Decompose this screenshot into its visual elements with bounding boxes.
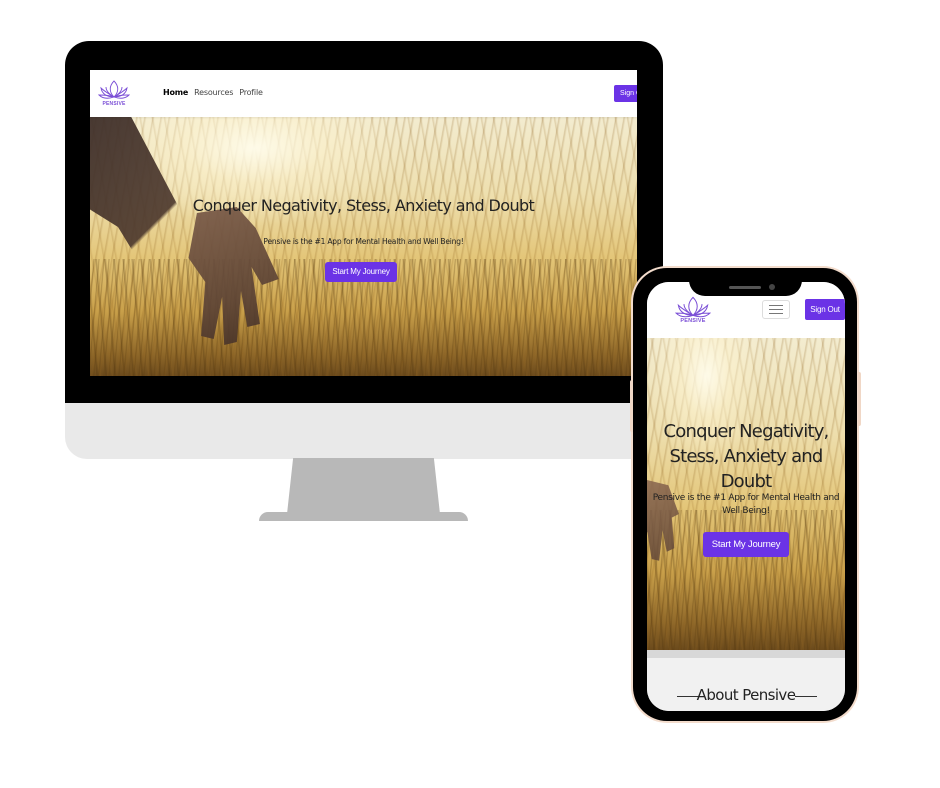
- desktop-hero: Conquer Negativity, Stess, Anxiety and D…: [90, 117, 637, 376]
- speaker-grille: [729, 286, 761, 289]
- hamburger-menu-icon: [769, 305, 783, 306]
- heading-rule-right: [795, 696, 817, 697]
- about-section: About Pensive: [647, 658, 845, 711]
- sign-out-button[interactable]: Sign Out: [614, 85, 637, 102]
- hero-subtitle: Pensive is the #1 App for Mental Health …: [652, 493, 840, 516]
- hero-title: Conquer Negativity, Stess, Anxiety and D…: [663, 421, 830, 492]
- logo-wordmark: PENSIVE: [102, 101, 126, 107]
- desktop-navbar: PENSIVE Home Resources Profile Sign Out: [90, 70, 637, 117]
- desktop-nav-links: Home Resources Profile: [163, 88, 263, 97]
- phone-side-button: [858, 372, 861, 426]
- mobile-screen: PENSIVE Sign Out Conquer Negativity, Ste…: [647, 282, 845, 711]
- front-camera: [769, 284, 775, 290]
- lotus-logo-icon[interactable]: [673, 294, 713, 330]
- phone-notch: [689, 268, 802, 296]
- imac-stand: [287, 458, 440, 514]
- desktop-screen: PENSIVE Home Resources Profile Sign Out …: [90, 70, 637, 376]
- nav-link-profile[interactable]: Profile: [239, 88, 263, 97]
- hero-title: Conquer Negativity, Stess, Anxiety and D…: [192, 196, 535, 215]
- section-divider: [647, 650, 845, 658]
- phone-volume-button: [630, 380, 633, 432]
- hero-grass-image: [647, 509, 845, 650]
- hamburger-menu-button[interactable]: [762, 300, 790, 319]
- sign-out-button[interactable]: Sign Out: [805, 299, 845, 320]
- imac-foot: [259, 512, 468, 521]
- logo-wordmark: PENSIVE: [680, 318, 706, 324]
- hero-subtitle: Pensive is the #1 App for Mental Health …: [263, 237, 464, 246]
- nav-link-resources[interactable]: Resources: [194, 88, 233, 97]
- start-journey-button[interactable]: Start My Journey: [703, 532, 789, 557]
- imac-chin: [65, 403, 663, 459]
- start-journey-button[interactable]: Start My Journey: [325, 262, 397, 282]
- mobile-hero: Conquer Negativity, Stess, Anxiety and D…: [647, 338, 845, 650]
- about-heading: About Pensive: [696, 686, 796, 704]
- nav-link-home[interactable]: Home: [163, 88, 188, 97]
